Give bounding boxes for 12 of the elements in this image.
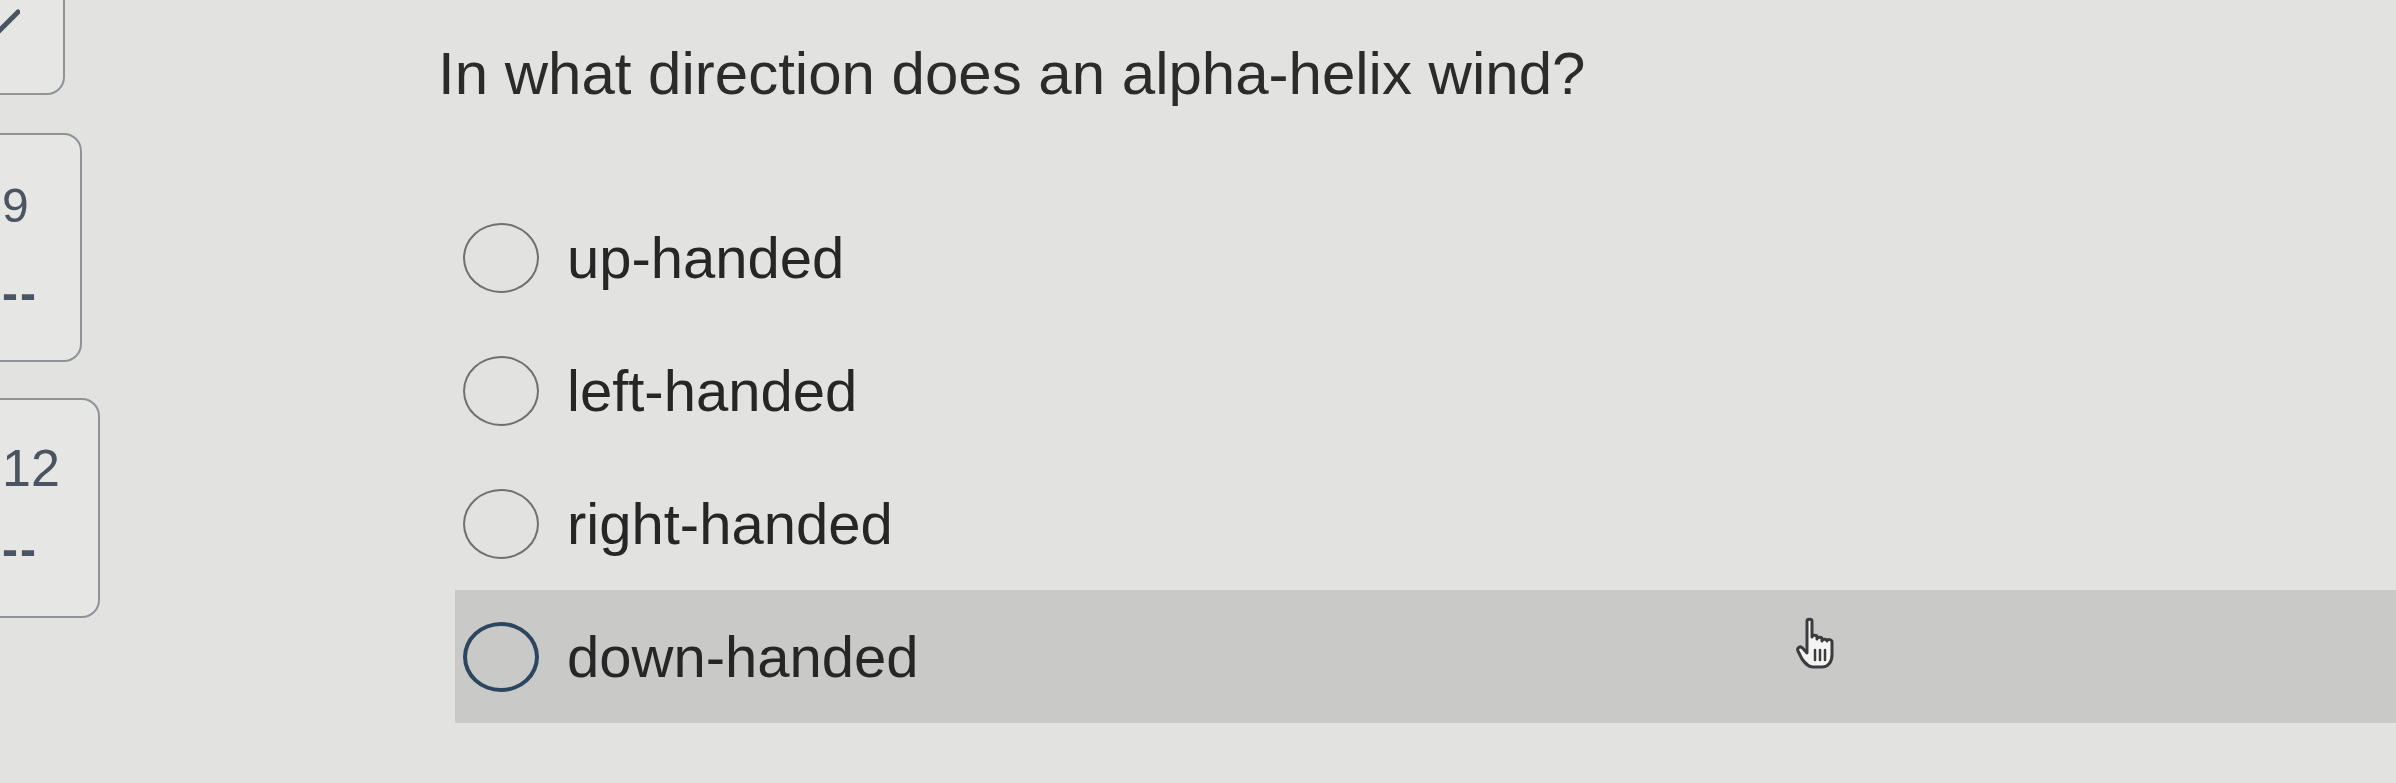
option-label[interactable]: up-handed [567,214,845,301]
option-label[interactable]: down-handed [567,613,919,700]
radio-button[interactable] [463,621,539,692]
question-nav-tile[interactable]: 12 -- [0,398,100,618]
radio-button[interactable] [463,355,539,426]
highlighted-option-row[interactable]: down-handed [455,590,2396,723]
option-label[interactable]: right-handed [567,480,893,567]
question-nav-tile[interactable]: 9 -- [0,133,82,362]
option-label[interactable]: left-handed [567,347,858,434]
radio-button[interactable] [463,488,539,559]
question-text: In what direction does an alpha-helix wind? [438,39,1587,109]
radio-button[interactable] [463,222,539,293]
